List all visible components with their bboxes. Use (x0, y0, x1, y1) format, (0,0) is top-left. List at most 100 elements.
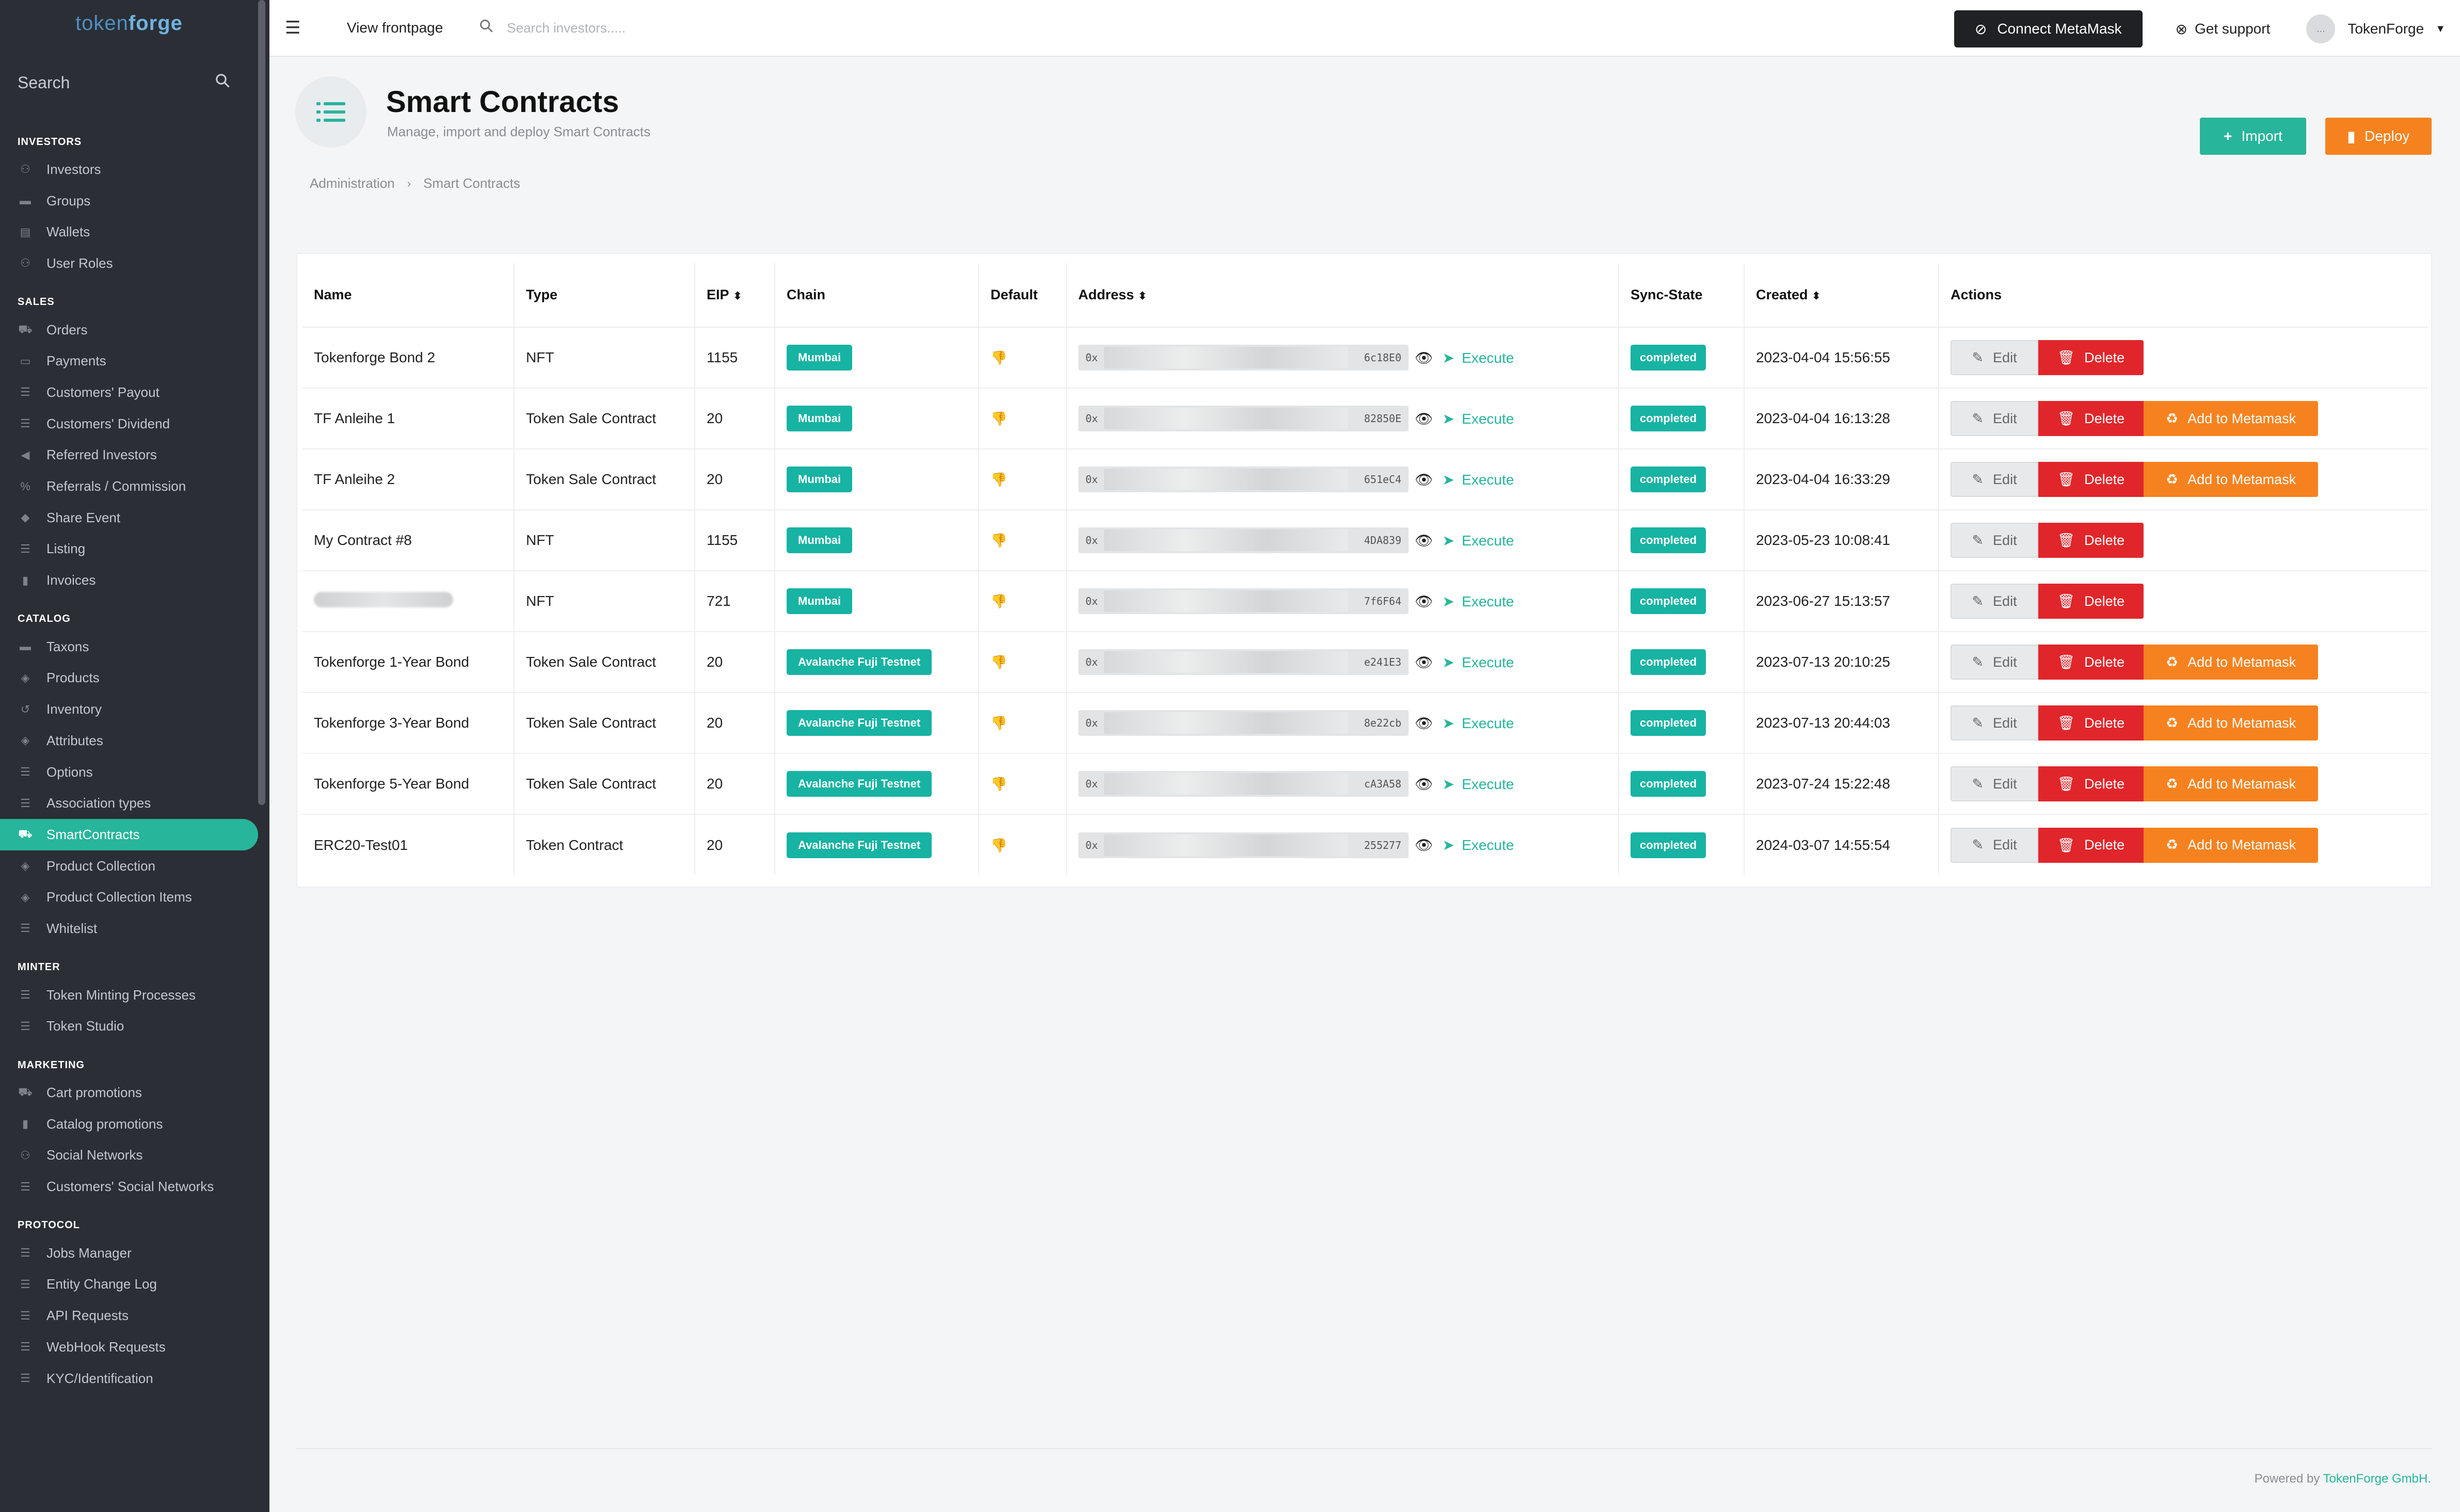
sidebar-item-products[interactable]: ◈ Products (0, 663, 258, 694)
eye-icon[interactable]: 👁 (1415, 837, 1433, 854)
edit-button[interactable]: ✎ Edit (1951, 401, 2038, 436)
eye-icon[interactable]: 👁 (1415, 654, 1433, 671)
delete-button[interactable]: 🗑 Delete (2038, 705, 2144, 741)
sidebar-item-whitelist[interactable]: ☰ Whitelist (0, 913, 258, 944)
sidebar-item-referred-investors[interactable]: ◀ Referred Investors (0, 440, 258, 471)
sidebar-item-listing[interactable]: ☰ Listing (0, 534, 258, 565)
footer-company-link[interactable]: TokenForge GmbH. (2323, 1472, 2431, 1486)
add-to-metamask-button[interactable]: ♻ Add to Metamask (2144, 645, 2318, 680)
execute-link[interactable]: ➤ Execute (1443, 410, 1514, 427)
sidebar-item-customers-social-networks[interactable]: ☰ Customers' Social Networks (0, 1171, 258, 1202)
user-menu[interactable]: ... TokenForge ▼ (2306, 14, 2446, 43)
import-button[interactable]: + Import (2200, 118, 2306, 155)
sidebar-item-product-collection[interactable]: ◈ Product Collection (0, 850, 258, 882)
execute-link[interactable]: ➤ Execute (1443, 837, 1514, 854)
edit-button[interactable]: ✎ Edit (1951, 462, 2038, 497)
delete-button[interactable]: 🗑 Delete (2038, 584, 2144, 619)
add-to-metamask-button[interactable]: ♻ Add to Metamask (2144, 827, 2318, 863)
sidebar-item-referrals-commission[interactable]: % Referrals / Commission (0, 471, 258, 502)
edit-button[interactable]: ✎ Edit (1951, 340, 2038, 375)
execute-link[interactable]: ➤ Execute (1443, 471, 1514, 488)
thumbs-down-icon[interactable]: 👎 (991, 350, 1007, 365)
sidebar-item-catalog-promotions[interactable]: ▮ Catalog promotions (0, 1108, 258, 1140)
sidebar-item-smartcontracts[interactable]: ⛟ SmartContracts (0, 819, 258, 850)
sidebar-item-wallets[interactable]: ▤ Wallets (0, 216, 258, 248)
thumbs-down-icon[interactable]: 👎 (991, 593, 1007, 609)
thumbs-down-icon[interactable]: 👎 (991, 715, 1007, 731)
sidebar-item-api-requests[interactable]: ☰ API Requests (0, 1300, 258, 1331)
eye-icon[interactable]: 👁 (1415, 776, 1433, 793)
eye-icon[interactable]: 👁 (1415, 410, 1433, 427)
edit-button[interactable]: ✎ Edit (1951, 827, 2038, 863)
thumbs-down-icon[interactable]: 👎 (991, 776, 1007, 792)
thumbs-down-icon[interactable]: 👎 (991, 472, 1007, 487)
sidebar-item-association-types[interactable]: ☰ Association types (0, 787, 258, 819)
sidebar-item-attributes[interactable]: ◈ Attributes (0, 725, 258, 757)
sidebar-item-share-event[interactable]: ◆ Share Event (0, 502, 258, 534)
thumbs-down-icon[interactable]: 👎 (991, 411, 1007, 426)
execute-link[interactable]: ➤ Execute (1443, 715, 1514, 732)
delete-button[interactable]: 🗑 Delete (2038, 827, 2144, 863)
execute-link[interactable]: ➤ Execute (1443, 654, 1514, 671)
col-eip[interactable]: EIP ⬍ (695, 263, 775, 328)
thumbs-down-icon[interactable]: 👎 (991, 838, 1007, 853)
edit-button[interactable]: ✎ Edit (1951, 645, 2038, 680)
logo[interactable]: token forge (0, 0, 258, 46)
sidebar-item-payments[interactable]: ▭ Payments (0, 345, 258, 377)
edit-button[interactable]: ✎ Edit (1951, 705, 2038, 741)
delete-button[interactable]: 🗑 Delete (2038, 401, 2144, 436)
eye-icon[interactable]: 👁 (1415, 349, 1433, 366)
sidebar-item-kyc-identification[interactable]: ☰ KYC/Identification (0, 1363, 258, 1394)
add-to-metamask-button[interactable]: ♻ Add to Metamask (2144, 401, 2318, 436)
get-support-link[interactable]: ⊗ Get support (2176, 21, 2271, 38)
edit-button[interactable]: ✎ Edit (1951, 584, 2038, 619)
delete-button[interactable]: 🗑 Delete (2038, 766, 2144, 801)
sidebar-search[interactable]: Search (0, 46, 248, 119)
sidebar-item-token-minting-processes[interactable]: ☰ Token Minting Processes (0, 979, 258, 1011)
eye-icon[interactable]: 👁 (1415, 593, 1433, 610)
deploy-button[interactable]: ▮ Deploy (2325, 118, 2432, 155)
sidebar-item-customers-dividend[interactable]: ☰ Customers' Dividend (0, 408, 258, 440)
add-to-metamask-button[interactable]: ♻ Add to Metamask (2144, 462, 2318, 497)
col-address[interactable]: Address ⬍ (1066, 263, 1619, 328)
connect-metamask-button[interactable]: ⊘ Connect MetaMask (1954, 10, 2143, 47)
edit-button[interactable]: ✎ Edit (1951, 523, 2038, 558)
execute-link[interactable]: ➤ Execute (1443, 776, 1514, 793)
sidebar-item-token-studio[interactable]: ☰ Token Studio (0, 1011, 258, 1042)
eye-icon[interactable]: 👁 (1415, 532, 1433, 549)
execute-link[interactable]: ➤ Execute (1443, 532, 1514, 549)
search-input-placeholder[interactable]: Search investors..... (507, 20, 626, 36)
topbar-search[interactable]: Search investors..... (479, 19, 789, 37)
sidebar-item-jobs-manager[interactable]: ☰ Jobs Manager (0, 1237, 258, 1269)
sidebar-item-orders[interactable]: ⛟ Orders (0, 314, 258, 346)
sidebar-item-inventory[interactable]: ↺ Inventory (0, 694, 258, 725)
sidebar-item-user-roles[interactable]: ⚇ User Roles (0, 248, 258, 279)
hamburger-menu-icon[interactable]: ☰ (285, 18, 306, 38)
thumbs-down-icon[interactable]: 👎 (991, 533, 1007, 548)
edit-button[interactable]: ✎ Edit (1951, 766, 2038, 801)
sidebar-item-social-networks[interactable]: ⚇ Social Networks (0, 1140, 258, 1171)
eye-icon[interactable]: 👁 (1415, 715, 1433, 732)
sidebar-item-cart-promotions[interactable]: ⛟ Cart promotions (0, 1077, 258, 1108)
col-created[interactable]: Created ⬍ (1744, 263, 1939, 328)
sidebar-scrollbar[interactable] (258, 0, 265, 805)
delete-button[interactable]: 🗑 Delete (2038, 462, 2144, 497)
sidebar-item-entity-change-log[interactable]: ☰ Entity Change Log (0, 1269, 258, 1300)
sidebar-item-taxons[interactable]: ▬ Taxons (0, 631, 258, 663)
sidebar-item-invoices[interactable]: ▮ Invoices (0, 565, 258, 596)
execute-link[interactable]: ➤ Execute (1443, 349, 1514, 366)
sidebar-item-customers-payout[interactable]: ☰ Customers' Payout (0, 377, 258, 408)
sidebar-item-webhook-requests[interactable]: ☰ WebHook Requests (0, 1331, 258, 1363)
eye-icon[interactable]: 👁 (1415, 471, 1433, 488)
view-frontpage-link[interactable]: View frontpage (347, 20, 443, 36)
sidebar-item-options[interactable]: ☰ Options (0, 757, 258, 788)
sidebar-item-investors[interactable]: ⚇ Investors (0, 154, 258, 185)
thumbs-down-icon[interactable]: 👎 (991, 654, 1007, 670)
delete-button[interactable]: 🗑 Delete (2038, 645, 2144, 680)
breadcrumb-administration[interactable]: Administration (310, 175, 395, 191)
add-to-metamask-button[interactable]: ♻ Add to Metamask (2144, 705, 2318, 741)
sidebar-item-product-collection-items[interactable]: ◈ Product Collection Items (0, 881, 258, 913)
add-to-metamask-button[interactable]: ♻ Add to Metamask (2144, 766, 2318, 801)
execute-link[interactable]: ➤ Execute (1443, 593, 1514, 610)
sidebar-item-groups[interactable]: ▬ Groups (0, 185, 258, 217)
